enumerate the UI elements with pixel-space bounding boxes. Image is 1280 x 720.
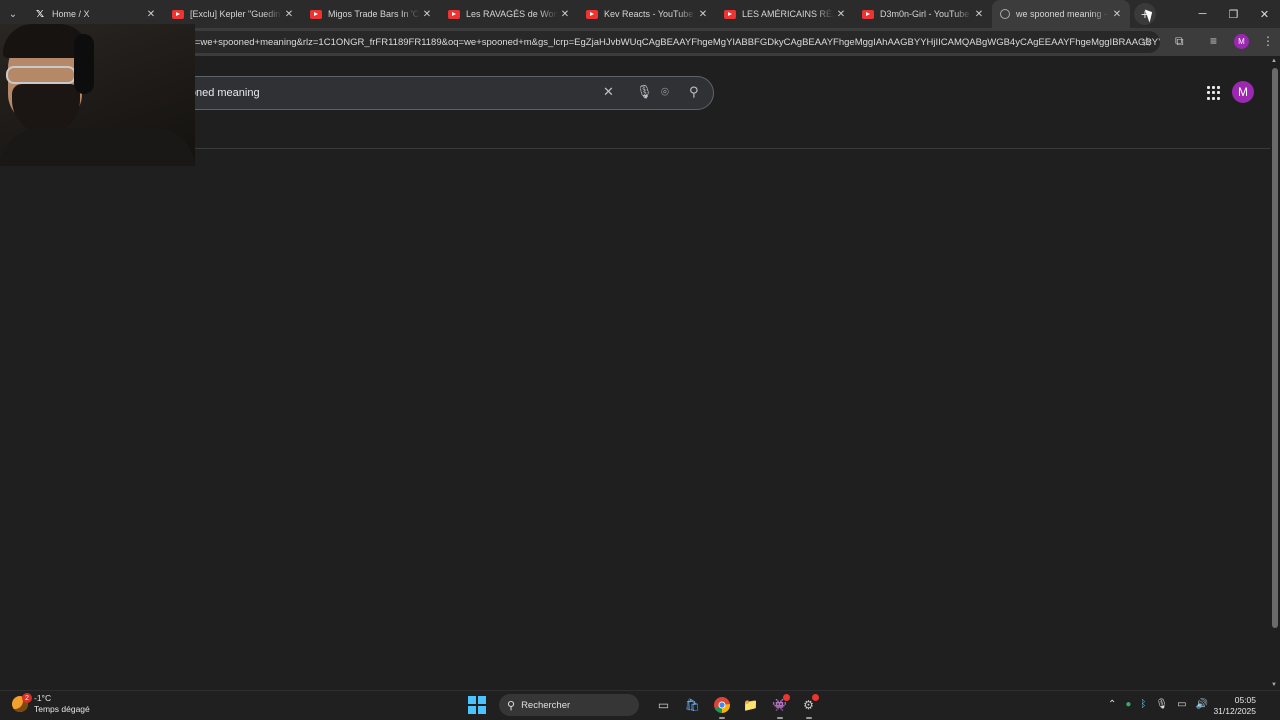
search-icon[interactable]: ⚲ bbox=[689, 84, 699, 100]
x-icon: 𝕏 bbox=[35, 8, 45, 20]
tab-title: D3m0n-Girl - YouTube bbox=[880, 9, 970, 19]
close-icon[interactable]: ✕ bbox=[558, 9, 572, 20]
tab-title: LES AMÉRICAINS RÉAGISS bbox=[742, 9, 834, 19]
scroll-thumb[interactable] bbox=[1272, 68, 1278, 628]
tab-we-spooned[interactable]: we spooned meaning - R ✕ bbox=[992, 0, 1130, 28]
youtube-icon bbox=[586, 9, 598, 19]
search-icon: ⚲ bbox=[507, 699, 516, 712]
close-icon[interactable]: ✕ bbox=[1110, 9, 1124, 20]
tab-kev-reacts[interactable]: Kev Reacts - YouTube ✕ bbox=[578, 0, 716, 28]
close-icon[interactable]: ✕ bbox=[282, 9, 296, 20]
window-controls: ─ ❐ ✕ bbox=[1187, 0, 1280, 28]
search-input[interactable]: we spooned meaning bbox=[141, 76, 714, 110]
weather-temp: -1°C bbox=[34, 693, 52, 703]
weather-desc: Temps dégagé bbox=[34, 704, 90, 714]
url-text: google.com/search?q=we+spooned+meaning&r… bbox=[104, 36, 1160, 48]
file-explorer-icon[interactable]: 📁 bbox=[740, 694, 762, 716]
system-clock[interactable]: 05:05 31/12/2025 bbox=[1213, 695, 1256, 717]
close-icon[interactable]: ✕ bbox=[420, 9, 434, 20]
tray-app-icon[interactable]: ● bbox=[1125, 699, 1131, 710]
windows-taskbar: 2 -1°C Temps dégagé ⚲ Rechercher ▭ 🛍 📁 👾… bbox=[0, 690, 1280, 720]
tab-americains[interactable]: LES AMÉRICAINS RÉAGISS ✕ bbox=[716, 0, 854, 28]
chrome-icon[interactable] bbox=[711, 694, 733, 719]
network-icon[interactable]: ▭ bbox=[1177, 699, 1186, 710]
store-icon[interactable]: 🛍 bbox=[682, 694, 704, 716]
tab-d3m0n-girl[interactable]: D3m0n-Girl - YouTube ✕ bbox=[854, 0, 992, 28]
youtube-icon bbox=[862, 9, 874, 19]
clear-icon[interactable]: ✕ bbox=[603, 84, 614, 100]
streamer-beard bbox=[12, 84, 80, 134]
webcam-overlay bbox=[0, 24, 195, 166]
chrome-logo bbox=[713, 697, 730, 713]
scroll-up-icon[interactable]: ▲ bbox=[1271, 58, 1277, 64]
tab-migos[interactable]: Migos Trade Bars In 'Cultu ✕ bbox=[302, 0, 440, 28]
bluetooth-icon[interactable]: ᛒ bbox=[1140, 699, 1146, 710]
account-avatar[interactable]: M bbox=[1232, 81, 1254, 103]
task-view-icon[interactable]: ▭ bbox=[653, 694, 675, 716]
weather-widget[interactable]: 2 -1°C Temps dégagé bbox=[12, 693, 90, 715]
weather-moon-icon: 2 bbox=[12, 693, 32, 712]
close-icon[interactable]: ✕ bbox=[834, 9, 848, 20]
youtube-icon bbox=[448, 9, 460, 19]
google-apps-icon[interactable] bbox=[1207, 86, 1221, 100]
taskbar-center: ⚲ Rechercher ▭ 🛍 📁 👾 ⚙ bbox=[468, 694, 823, 719]
media-control-icon[interactable]: ≡ bbox=[1210, 34, 1217, 48]
close-icon[interactable]: ✕ bbox=[972, 9, 986, 20]
youtube-icon bbox=[310, 9, 322, 19]
volume-icon[interactable]: 🔊 bbox=[1196, 699, 1208, 710]
browser-profile-avatar[interactable]: M bbox=[1234, 34, 1249, 49]
restore-icon[interactable]: ❐ bbox=[1218, 0, 1249, 28]
taskbar-search[interactable]: ⚲ Rechercher bbox=[499, 694, 639, 716]
scroll-down-icon[interactable]: ▼ bbox=[1271, 682, 1277, 688]
tab-ravages[interactable]: Les RAVAGÉS de World of ✕ bbox=[440, 0, 578, 28]
page-scrollbar[interactable]: ▲ ▼ bbox=[1270, 56, 1280, 690]
steam-icon[interactable]: ⚙ bbox=[798, 694, 820, 719]
address-bar[interactable]: google.com/search?q=we+spooned+meaning&r… bbox=[80, 31, 1160, 53]
taskbar-search-label: Rechercher bbox=[521, 699, 571, 711]
tray-overflow-chevron-icon[interactable]: ⌃ bbox=[1108, 699, 1116, 710]
clock-time: 05:05 bbox=[1234, 695, 1256, 705]
menu-kebab-icon[interactable]: ⋮ bbox=[1262, 34, 1274, 48]
streamer-body bbox=[0, 128, 195, 166]
headset bbox=[74, 34, 94, 94]
close-window-icon[interactable]: ✕ bbox=[1249, 0, 1280, 28]
tab-title: Home / X bbox=[52, 9, 90, 19]
weather-badge: 2 bbox=[22, 693, 32, 703]
extensions-icon[interactable]: ⧉ bbox=[1175, 34, 1184, 49]
close-icon[interactable]: ✕ bbox=[696, 9, 710, 20]
tab-title: Les RAVAGÉS de World of bbox=[466, 9, 558, 19]
tab-title: we spooned meaning - R bbox=[1016, 9, 1110, 19]
tab-title: Migos Trade Bars In 'Cultu bbox=[328, 9, 420, 19]
streamer-glasses bbox=[6, 66, 76, 84]
close-icon[interactable]: ✕ bbox=[144, 9, 158, 20]
windows-start-icon[interactable] bbox=[468, 696, 486, 714]
youtube-icon bbox=[724, 9, 736, 19]
tab-title: [Exclu] Kepler "Guedin" ft bbox=[190, 9, 282, 19]
system-tray: ⌃ ● ᛒ 🎙 ▭ 🔊 bbox=[1108, 699, 1208, 710]
loading-icon bbox=[1000, 9, 1010, 19]
bookmark-star-icon[interactable]: ☆ bbox=[1141, 34, 1153, 50]
clock-date: 31/12/2025 bbox=[1213, 706, 1256, 716]
youtube-icon bbox=[172, 9, 184, 19]
discord-icon[interactable]: 👾 bbox=[769, 694, 791, 719]
microphone-icon[interactable]: 🎙 bbox=[636, 84, 653, 100]
lens-camera-icon[interactable]: ⌾ bbox=[661, 84, 669, 100]
tab-title: Kev Reacts - YouTube bbox=[604, 9, 694, 19]
minimize-icon[interactable]: ─ bbox=[1187, 0, 1218, 28]
microphone-tray-icon[interactable]: 🎙 bbox=[1155, 699, 1168, 710]
